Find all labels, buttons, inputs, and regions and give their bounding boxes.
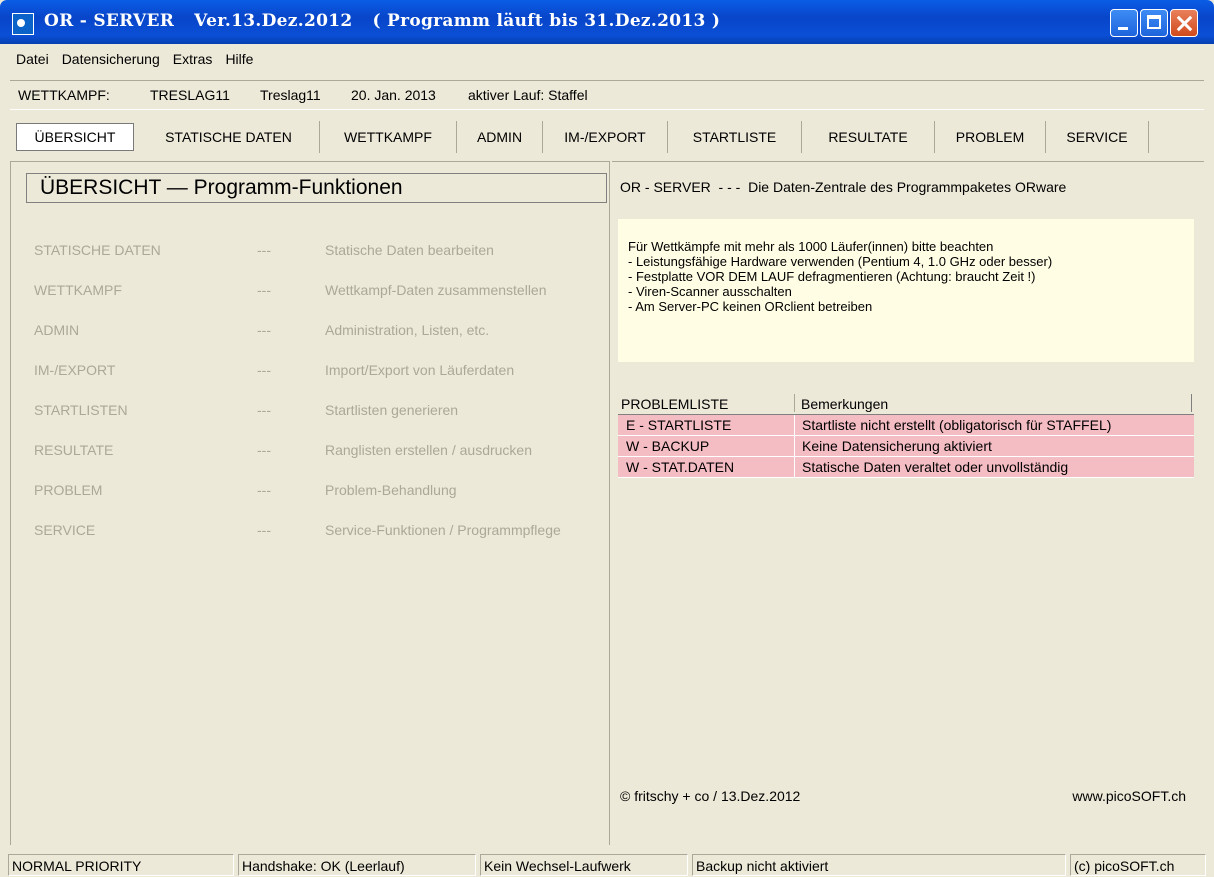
menu-extras[interactable]: Extras — [167, 48, 220, 72]
copyright-text: © fritschy + co / 13.Dez.2012 — [620, 788, 801, 804]
menu-datensicherung[interactable]: Datensicherung — [56, 48, 167, 72]
problem-code: W - STAT.DATEN — [626, 459, 735, 475]
notice-line: Für Wettkämpfe mit mehr als 1000 Läufer(… — [628, 239, 994, 254]
active-run: aktiver Lauf: Staffel — [468, 87, 588, 103]
status-drive: Kein Wechsel-Laufwerk — [480, 854, 688, 876]
column-header-problemliste[interactable]: PROBLEMLISTE — [621, 396, 728, 412]
app-icon[interactable] — [12, 13, 34, 35]
menu-datei[interactable]: Datei — [10, 48, 56, 72]
problem-remark: Statische Daten veraltet oder unvollstän… — [802, 459, 1069, 475]
function-description: Wettkampf-Daten zusammenstellen — [325, 282, 547, 298]
notice-line: - Leistungsfähige Hardware verwenden (Pe… — [628, 254, 1053, 269]
maximize-button[interactable] — [1140, 9, 1168, 37]
close-button[interactable] — [1170, 9, 1198, 37]
title-license: ( Programm läuft bis 31.Dez.2013 ) — [372, 11, 721, 31]
problem-table-header: PROBLEMLISTE Bemerkungen — [618, 392, 1194, 415]
tab-bar: ÜBERSICHT STATISCHE DATEN WETTKAMPF ADMI… — [10, 119, 1204, 157]
server-description: OR - SERVER - - - Die Daten-Zentrale des… — [620, 179, 1067, 195]
website-link[interactable]: www.picoSOFT.ch — [1072, 788, 1186, 804]
status-backup: Backup nicht aktiviert — [692, 854, 1066, 876]
status-priority: NORMAL PRIORITY — [8, 854, 234, 876]
tab-problem[interactable]: PROBLEM — [935, 121, 1046, 153]
notice-box: Für Wettkämpfe mit mehr als 1000 Läufer(… — [618, 219, 1194, 362]
title-version: Ver.13.Dez.2012 — [194, 11, 353, 31]
tab-startliste[interactable]: STARTLISTE — [668, 121, 802, 153]
function-name: IM-/EXPORT — [34, 362, 116, 378]
function-separator: --- — [257, 402, 271, 418]
function-name: WETTKAMPF — [34, 282, 122, 298]
function-name: PROBLEM — [34, 482, 103, 498]
competition-code: TRESLAG11 — [150, 87, 230, 103]
function-name: RESULTATE — [34, 442, 114, 458]
function-separator: --- — [257, 442, 271, 458]
overview-title: ÜBERSICHT — Programm-Funktionen — [26, 173, 607, 203]
column-header-bemerkungen[interactable]: Bemerkungen — [801, 396, 888, 412]
tab-wettkampf[interactable]: WETTKAMPF — [320, 121, 457, 153]
notice-line: - Viren-Scanner ausschalten — [628, 284, 792, 299]
status-bar: NORMAL PRIORITY Handshake: OK (Leerlauf)… — [0, 852, 1214, 877]
info-panel: OR - SERVER - - - Die Daten-Zentrale des… — [612, 161, 1204, 845]
tab-admin[interactable]: ADMIN — [457, 121, 543, 153]
competition-date: 20. Jan. 2013 — [351, 87, 436, 103]
function-description: Problem-Behandlung — [325, 482, 457, 498]
title-bar: OR - SERVER Ver.13.Dez.2012 ( Programm läu… — [0, 0, 1214, 44]
tab-service[interactable]: SERVICE — [1046, 121, 1149, 153]
notice-line: - Am Server-PC keinen ORclient betreiben — [628, 299, 873, 314]
table-row[interactable]: W - BACKUP Keine Datensicherung aktivier… — [618, 436, 1194, 457]
function-description: Service-Funktionen / Programmpflege — [325, 522, 561, 538]
competition-info-bar: WETTKAMPF: TRESLAG11 Treslag11 20. Jan. … — [10, 80, 1204, 110]
function-description: Administration, Listen, etc. — [325, 322, 490, 338]
tab-resultate[interactable]: RESULTATE — [802, 121, 935, 153]
problem-remark: Keine Datensicherung aktiviert — [802, 438, 992, 454]
problem-remark: Startliste nicht erstellt (obligatorisch… — [802, 417, 1112, 433]
function-description: Startlisten generieren — [325, 402, 459, 418]
minimize-button[interactable] — [1110, 9, 1138, 37]
competition-label: WETTKAMPF: — [18, 87, 110, 103]
function-separator: --- — [257, 322, 271, 338]
function-name: ADMIN — [34, 322, 80, 338]
tab-uebersicht[interactable]: ÜBERSICHT — [16, 123, 134, 151]
tab-im-export[interactable]: IM-/EXPORT — [543, 121, 668, 153]
function-separator: --- — [257, 242, 271, 258]
status-copyright: (c) picoSOFT.ch — [1070, 854, 1206, 876]
function-separator: --- — [257, 482, 271, 498]
menu-hilfe[interactable]: Hilfe — [219, 48, 260, 72]
function-description: Ranglisten erstellen / ausdrucken — [325, 442, 533, 458]
notice-line: - Festplatte VOR DEM LAUF defragmentiere… — [628, 269, 1036, 284]
function-name: STATISCHE DATEN — [34, 242, 161, 258]
overview-panel: ÜBERSICHT — Programm-Funktionen STATISCH… — [10, 161, 610, 845]
window-title: OR - SERVER Ver.13.Dez.2012 ( Programm läu… — [44, 11, 740, 31]
function-separator: --- — [257, 522, 271, 538]
status-handshake: Handshake: OK (Leerlauf) — [238, 854, 476, 876]
function-name: SERVICE — [34, 522, 96, 538]
function-name: STARTLISTEN — [34, 402, 128, 418]
title-app: OR - SERVER — [44, 11, 175, 31]
function-separator: --- — [257, 362, 271, 378]
function-description: Statische Daten bearbeiten — [325, 242, 494, 258]
table-row[interactable]: E - STARTLISTE Startliste nicht erstellt… — [618, 415, 1194, 436]
competition-name: Treslag11 — [260, 87, 321, 103]
problem-table: PROBLEMLISTE Bemerkungen E - STARTLISTE … — [618, 392, 1194, 478]
problem-code: E - STARTLISTE — [626, 417, 732, 433]
tab-statische-daten[interactable]: STATISCHE DATEN — [138, 121, 320, 153]
problem-code: W - BACKUP — [626, 438, 710, 454]
table-row[interactable]: W - STAT.DATEN Statische Daten veraltet … — [618, 457, 1194, 478]
function-separator: --- — [257, 282, 271, 298]
menu-bar: Datei Datensicherung Extras Hilfe — [10, 48, 260, 72]
function-description: Import/Export von Läuferdaten — [325, 362, 515, 378]
